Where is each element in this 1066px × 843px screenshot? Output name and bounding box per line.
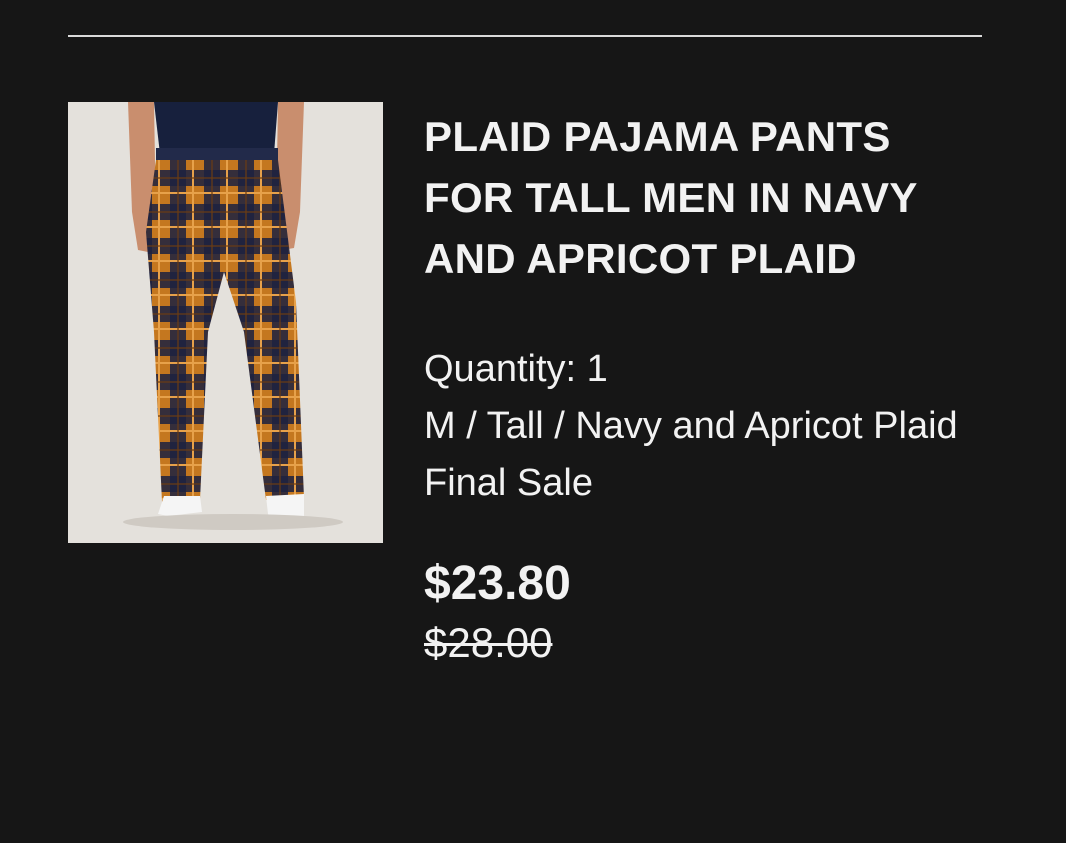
product-image[interactable] xyxy=(68,102,383,543)
top-divider xyxy=(68,35,982,37)
variant-label: M / Tall / Navy and Apricot Plaid xyxy=(424,405,958,447)
product-details: PLAID PAJAMA PANTS FOR TALL MEN IN NAVY … xyxy=(424,106,984,672)
product-title[interactable]: PLAID PAJAMA PANTS FOR TALL MEN IN NAVY … xyxy=(424,106,964,289)
original-price: $28.00 xyxy=(424,619,553,666)
quantity-label: Quantity: 1 xyxy=(424,348,608,390)
final-sale-label: Final Sale xyxy=(424,462,593,504)
plaid-pants-photo-icon xyxy=(68,102,383,543)
product-meta: Quantity: 1 M / Tall / Navy and Apricot … xyxy=(424,341,984,512)
sale-price: $23.80 xyxy=(424,557,571,610)
